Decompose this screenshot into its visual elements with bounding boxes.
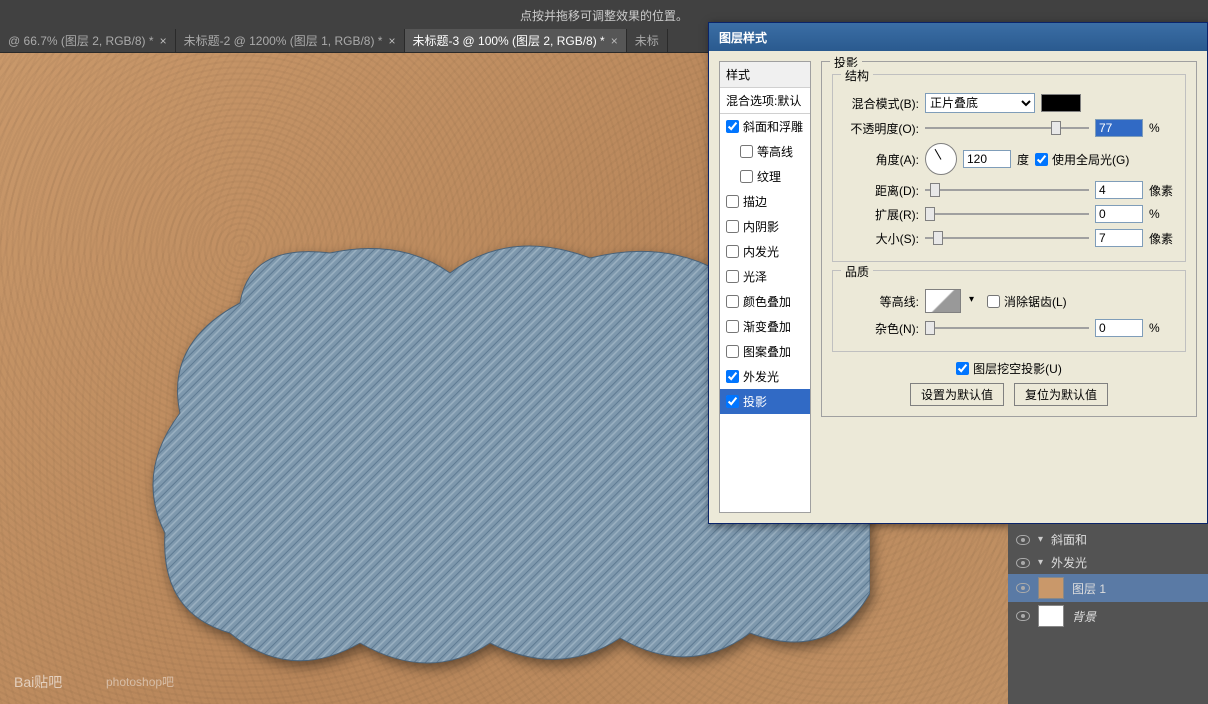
- layer-thumb: [1038, 577, 1064, 599]
- angle-input[interactable]: [963, 150, 1011, 168]
- angle-unit: 度: [1017, 151, 1029, 168]
- blend-mode-label: 混合模式(B):: [841, 95, 919, 112]
- layer-thumb: [1038, 605, 1064, 627]
- global-light-check[interactable]: 使用全局光(G): [1035, 151, 1129, 168]
- layers-panel: ▾斜面和 ▾外发光 图层 1 背景: [1008, 524, 1208, 704]
- noise-slider[interactable]: [925, 319, 1089, 337]
- structure-legend: 结构: [841, 67, 873, 84]
- angle-dial[interactable]: [925, 143, 957, 175]
- spread-slider[interactable]: [925, 205, 1089, 223]
- opacity-label: 不透明度(O):: [841, 120, 919, 137]
- tab-3[interactable]: 未标题-3 @ 100% (图层 2, RGB/8) *×: [405, 29, 627, 52]
- size-input[interactable]: [1095, 229, 1143, 247]
- fx-row[interactable]: ▾斜面和: [1008, 528, 1208, 551]
- spread-label: 扩展(R):: [841, 206, 919, 223]
- spread-unit: %: [1149, 207, 1177, 221]
- eye-icon[interactable]: [1016, 558, 1030, 568]
- noise-label: 杂色(N):: [841, 320, 919, 337]
- distance-label: 距离(D):: [841, 182, 919, 199]
- style-outer-glow[interactable]: 外发光: [720, 364, 810, 389]
- contour-label: 等高线:: [841, 293, 919, 310]
- blend-options[interactable]: 混合选项:默认: [720, 88, 810, 114]
- shadow-settings: 投影 结构 混合模式(B): 正片叠底 不透明度(O): %: [821, 61, 1197, 513]
- shadow-color[interactable]: [1041, 94, 1081, 112]
- style-stroke[interactable]: 描边: [720, 189, 810, 214]
- size-slider[interactable]: [925, 229, 1089, 247]
- noise-unit: %: [1149, 321, 1177, 335]
- styles-list: 样式 混合选项:默认 斜面和浮雕 等高线 纹理 描边 内阴影 内发光 光泽 颜色…: [719, 61, 811, 513]
- watermark-baidu: Bai贴吧: [14, 672, 62, 692]
- opacity-slider[interactable]: [925, 119, 1089, 137]
- reset-default-button[interactable]: 复位为默认值: [1014, 383, 1108, 406]
- style-drop-shadow[interactable]: 投影: [720, 389, 810, 414]
- close-icon[interactable]: ×: [611, 34, 618, 48]
- opacity-input[interactable]: [1095, 119, 1143, 137]
- distance-unit: 像素: [1149, 182, 1177, 199]
- tab-1[interactable]: @ 66.7% (图层 2, RGB/8) *×: [0, 29, 176, 52]
- eye-icon[interactable]: [1016, 583, 1030, 593]
- tab-4[interactable]: 未标: [627, 29, 668, 52]
- contour-picker[interactable]: [925, 289, 961, 313]
- watermark-ps: photoshop吧: [106, 673, 174, 690]
- style-contour[interactable]: 等高线: [720, 139, 810, 164]
- quality-legend: 品质: [841, 263, 873, 280]
- style-gradient-overlay[interactable]: 渐变叠加: [720, 314, 810, 339]
- fx-row[interactable]: ▾外发光: [1008, 551, 1208, 574]
- spread-input[interactable]: [1095, 205, 1143, 223]
- close-icon[interactable]: ×: [160, 34, 167, 48]
- tab-2[interactable]: 未标题-2 @ 1200% (图层 1, RGB/8) *×: [176, 29, 405, 52]
- style-texture[interactable]: 纹理: [720, 164, 810, 189]
- distance-input[interactable]: [1095, 181, 1143, 199]
- size-unit: 像素: [1149, 230, 1177, 247]
- style-color-overlay[interactable]: 颜色叠加: [720, 289, 810, 314]
- antialias-check[interactable]: 消除锯齿(L): [987, 293, 1067, 310]
- set-default-button[interactable]: 设置为默认值: [910, 383, 1004, 406]
- eye-icon[interactable]: [1016, 535, 1030, 545]
- close-icon[interactable]: ×: [388, 34, 395, 48]
- style-inner-glow[interactable]: 内发光: [720, 239, 810, 264]
- layer-row-bg[interactable]: 背景: [1008, 602, 1208, 630]
- distance-slider[interactable]: [925, 181, 1089, 199]
- noise-input[interactable]: [1095, 319, 1143, 337]
- dialog-title[interactable]: 图层样式: [709, 23, 1207, 51]
- style-satin[interactable]: 光泽: [720, 264, 810, 289]
- style-pattern-overlay[interactable]: 图案叠加: [720, 339, 810, 364]
- style-bevel[interactable]: 斜面和浮雕: [720, 114, 810, 139]
- opacity-unit: %: [1149, 121, 1177, 135]
- style-inner-shadow[interactable]: 内阴影: [720, 214, 810, 239]
- eye-icon[interactable]: [1016, 611, 1030, 621]
- layer-row[interactable]: 图层 1: [1008, 574, 1208, 602]
- angle-label: 角度(A):: [841, 151, 919, 168]
- knockout-check[interactable]: 图层挖空投影(U): [956, 360, 1062, 377]
- size-label: 大小(S):: [841, 230, 919, 247]
- styles-header[interactable]: 样式: [720, 62, 810, 88]
- layer-style-dialog: 图层样式 样式 混合选项:默认 斜面和浮雕 等高线 纹理 描边 内阴影 内发光 …: [708, 22, 1208, 524]
- blend-mode-select[interactable]: 正片叠底: [925, 93, 1035, 113]
